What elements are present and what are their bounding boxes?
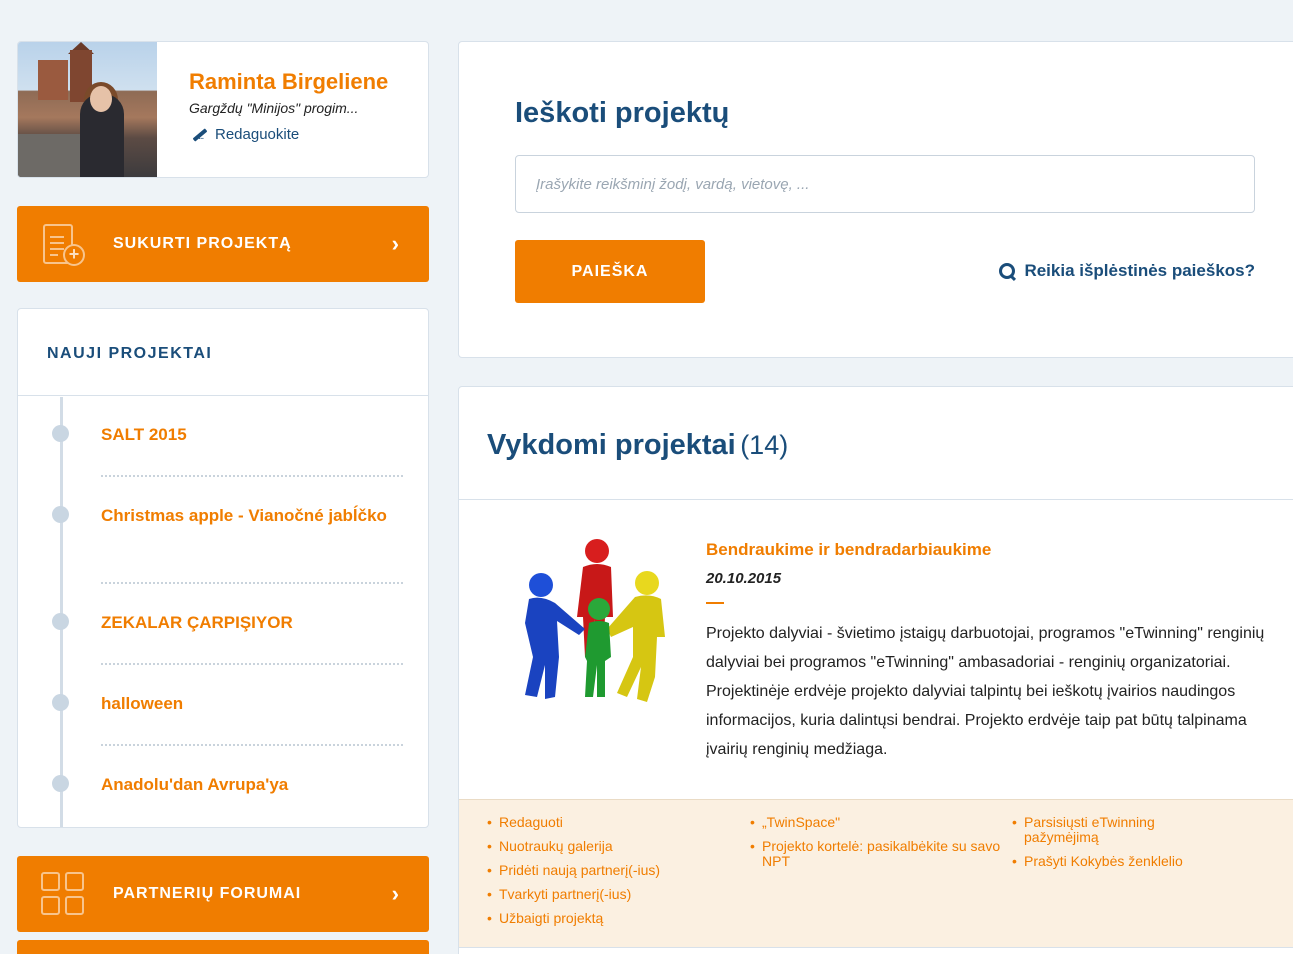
timeline-dot-icon xyxy=(52,425,69,442)
divider xyxy=(459,947,1293,948)
timeline-dot-icon xyxy=(52,694,69,711)
project-description-p2: Projektinėje erdvėje projekto dalyviai t… xyxy=(706,683,1247,758)
chevron-right-icon: › xyxy=(391,881,399,906)
next-sidebar-button[interactable] xyxy=(17,940,429,954)
actions-column-3: Parsisiųsti eTwinning pažymėjimą Prašyti… xyxy=(1012,815,1212,878)
project-date: 20.10.2015 xyxy=(706,570,782,587)
actions-column-2: „TwinSpace" Projekto kortelė: pasikalbėk… xyxy=(750,815,1010,878)
edit-project-link[interactable]: Redaguoti xyxy=(487,815,737,831)
profile-name[interactable]: Raminta Birgeliene xyxy=(189,69,388,95)
photo-gallery-link[interactable]: Nuotraukų galerija xyxy=(487,839,737,855)
advanced-search-link[interactable]: Reikia išplėstinės paieškos? xyxy=(999,261,1255,281)
divider xyxy=(706,602,724,604)
project-actions-bar: Redaguoti Nuotraukų galerija Pridėti nau… xyxy=(459,799,1293,947)
manage-partners-link[interactable]: Tvarkyti partnerį(-ius) xyxy=(487,887,737,903)
active-projects-heading: Vykdomi projektai xyxy=(487,429,736,461)
active-projects-panel: Vykdomi projektai (14) Bendraukime ir be… xyxy=(458,386,1293,954)
edit-profile-label: Redaguokite xyxy=(215,126,300,143)
pencil-icon xyxy=(189,127,209,143)
new-projects-heading: NAUJI PROJEKTAI xyxy=(18,309,428,396)
project-description-p1: Projekto dalyviai - švietimo įstaigų dar… xyxy=(706,625,1265,671)
timeline-dot-icon xyxy=(52,775,69,792)
quality-label-link[interactable]: Prašyti Kokybės ženklelio xyxy=(1012,854,1212,870)
edit-profile-link[interactable]: Redaguokite xyxy=(189,126,299,143)
timeline-dot-icon xyxy=(52,613,69,630)
search-button[interactable]: PAIEŠKA xyxy=(515,240,705,303)
divider xyxy=(101,744,403,746)
new-project-title[interactable]: Christmas apple - Vianočné jabĺčko xyxy=(101,503,391,529)
twinspace-link[interactable]: „TwinSpace" xyxy=(750,815,1010,831)
create-project-button[interactable]: + SUKURTI PROJEKTĄ › xyxy=(17,206,429,282)
divider xyxy=(101,475,403,477)
download-certificate-link[interactable]: Parsisiųsti eTwinning pažymėjimą xyxy=(1012,815,1212,845)
create-project-label: SUKURTI PROJEKTĄ xyxy=(113,235,292,252)
avatar[interactable] xyxy=(18,42,157,177)
new-projects-panel: NAUJI PROJEKTAI SALT 2015 Christmas appl… xyxy=(17,308,429,828)
new-project-title[interactable]: ZEKALAR ÇARPIŞIYOR xyxy=(101,610,391,636)
search-heading: Ieškoti projektų xyxy=(515,97,730,129)
search-input[interactable] xyxy=(515,155,1255,213)
partner-forums-button[interactable]: PARTNERIŲ FORUMAI › xyxy=(17,856,429,932)
active-projects-header: Vykdomi projektai (14) xyxy=(459,387,1293,500)
grid-icon xyxy=(41,872,85,916)
finish-project-link[interactable]: Užbaigti projektą xyxy=(487,911,737,927)
project-title[interactable]: Bendraukime ir bendradarbiaukime xyxy=(706,540,991,560)
document-plus-icon: + xyxy=(41,222,85,266)
project-image[interactable] xyxy=(515,537,675,712)
profile-card: Raminta Birgeliene Gargždų "Minijos" pro… xyxy=(17,41,429,178)
search-icon xyxy=(999,262,1016,280)
partner-forums-label: PARTNERIŲ FORUMAI xyxy=(113,885,302,902)
new-project-title[interactable]: halloween xyxy=(101,691,391,717)
actions-column-1: Redaguoti Nuotraukų galerija Pridėti nau… xyxy=(487,815,737,935)
active-projects-count: (14) xyxy=(740,430,789,460)
project-description: Projekto dalyviai - švietimo įstaigų dar… xyxy=(706,619,1286,764)
divider xyxy=(101,582,403,584)
timeline-line xyxy=(60,397,63,827)
new-project-title[interactable]: SALT 2015 xyxy=(101,422,391,448)
divider xyxy=(101,663,403,665)
add-partner-link[interactable]: Pridėti naują partnerį(-ius) xyxy=(487,863,737,879)
search-panel: Ieškoti projektų PAIEŠKA Reikia išplėsti… xyxy=(458,41,1293,358)
timeline-dot-icon xyxy=(52,506,69,523)
advanced-search-label: Reikia išplėstinės paieškos? xyxy=(1024,261,1255,280)
new-project-title[interactable]: Anadolu'dan Avrupa'ya xyxy=(101,772,391,798)
chevron-right-icon: › xyxy=(391,231,399,256)
profile-school: Gargždų "Minijos" progim... xyxy=(189,100,359,116)
project-card-link[interactable]: Projekto kortelė: pasikalbėkite su savo … xyxy=(750,839,1010,869)
